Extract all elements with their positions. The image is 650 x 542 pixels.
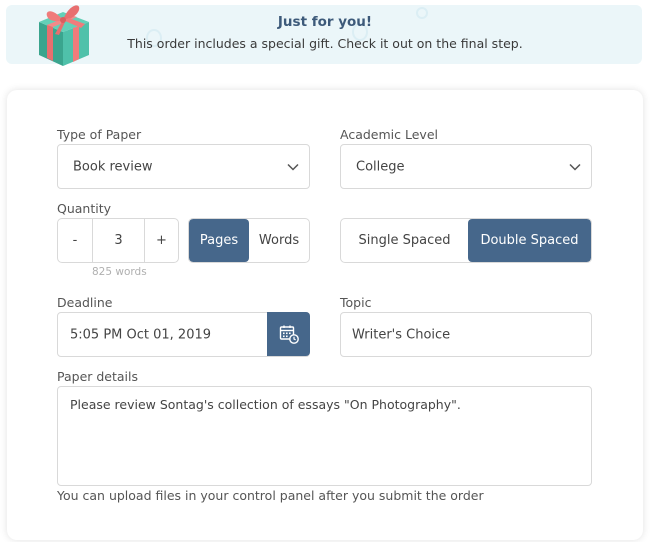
academic-level-label: Academic Level	[340, 127, 438, 142]
paper-details-label: Paper details	[57, 369, 139, 384]
pages-option[interactable]: Pages	[189, 219, 249, 262]
academic-level-value: College	[356, 159, 405, 174]
chevron-down-icon	[287, 163, 299, 171]
upload-note: You can upload files in your control pan…	[57, 488, 484, 503]
banner-text: This order includes a special gift. Chec…	[127, 36, 523, 51]
calendar-button[interactable]	[267, 312, 310, 356]
deadline-value: 5:05 PM Oct 01, 2019	[70, 327, 212, 342]
calendar-clock-icon	[279, 325, 299, 344]
quantity-stepper: - 3 +	[57, 218, 179, 263]
decrement-button[interactable]: -	[58, 219, 93, 262]
gift-icon	[39, 5, 89, 66]
increment-button[interactable]: +	[145, 219, 178, 262]
quantity-unit-toggle: Pages Words	[188, 218, 310, 263]
topic-input[interactable]: Writer's Choice	[340, 312, 592, 357]
chevron-down-icon	[569, 163, 581, 171]
quantity-input[interactable]: 3	[93, 219, 145, 262]
deadline-input[interactable]: 5:05 PM Oct 01, 2019	[57, 312, 310, 357]
deadline-label: Deadline	[57, 295, 113, 310]
paper-details-value: Please review Sontag's collection of ess…	[70, 397, 461, 412]
banner-title: Just for you!	[277, 14, 373, 30]
word-count-hint: 825 words	[92, 266, 147, 278]
type-of-paper-value: Book review	[73, 159, 153, 174]
single-spaced-option[interactable]: Single Spaced	[341, 219, 468, 262]
double-spaced-option[interactable]: Double Spaced	[468, 219, 591, 262]
topic-value: Writer's Choice	[352, 327, 451, 342]
topic-label: Topic	[340, 295, 372, 310]
paper-details-textarea[interactable]: Please review Sontag's collection of ess…	[57, 386, 592, 486]
quantity-label: Quantity	[57, 201, 112, 216]
type-of-paper-label: Type of Paper	[57, 127, 142, 142]
academic-level-select[interactable]: College	[340, 144, 592, 189]
type-of-paper-select[interactable]: Book review	[57, 144, 310, 189]
words-option[interactable]: Words	[249, 219, 309, 262]
spacing-toggle: Single Spaced Double Spaced	[340, 218, 592, 263]
